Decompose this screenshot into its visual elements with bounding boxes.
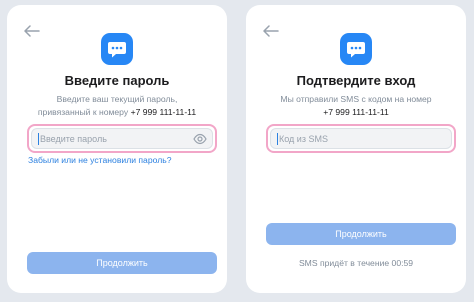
page-title: Подтвердите вход — [296, 73, 416, 88]
text-cursor — [38, 132, 39, 145]
sms-code-placeholder: Код из SMS — [279, 133, 328, 144]
description-line: Введите ваш текущий пароль, — [56, 94, 178, 104]
description-line: привязанный к номеру +7 999 111-11-11 — [15, 106, 219, 119]
chat-bubble-icon — [340, 33, 372, 65]
page-title: Введите пароль — [64, 73, 170, 88]
sms-field-highlight: Код из SMS — [266, 124, 456, 153]
continue-button[interactable]: Продолжить — [266, 223, 456, 245]
description: Мы отправили SMS с кодом на номер +7 999… — [254, 93, 458, 118]
text-cursor — [277, 132, 278, 145]
description: Введите ваш текущий пароль, привязанный … — [15, 93, 219, 118]
password-input[interactable]: Введите пароль — [31, 128, 213, 149]
continue-button[interactable]: Продолжить — [27, 252, 217, 274]
sms-code-input[interactable]: Код из SMS — [270, 128, 452, 149]
arrow-left-icon[interactable] — [24, 25, 40, 37]
arrow-left-icon[interactable] — [263, 25, 279, 37]
phone-number: +7 999 111-11-11 — [130, 106, 197, 117]
password-placeholder: Введите пароль — [40, 133, 107, 144]
description-line: Мы отправили SMS с кодом на номер — [280, 94, 432, 104]
chat-bubble-icon — [101, 33, 133, 65]
sms-card: Подтвердите вход Мы отправили SMS с кодо… — [246, 5, 466, 293]
sms-timer: SMS придёт в течение 00:59 — [298, 258, 414, 268]
eye-icon[interactable] — [193, 133, 207, 145]
password-card: Введите пароль Введите ваш текущий парол… — [7, 5, 227, 293]
password-field-highlight: Введите пароль — [27, 124, 217, 153]
forgot-password-link[interactable]: Забыли или не установили пароль? — [28, 155, 171, 165]
description-text: привязанный к номеру — [37, 106, 129, 117]
phone-number: +7 999 111-11-11 — [323, 106, 389, 117]
